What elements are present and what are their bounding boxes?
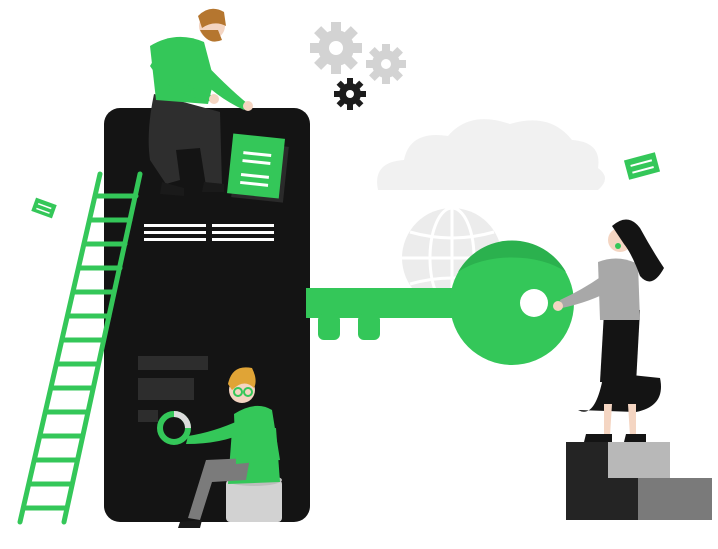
document-icon [227, 133, 289, 203]
woman-with-key [553, 219, 664, 442]
steps-pedestal [566, 442, 712, 520]
cloud-icon [377, 119, 605, 190]
gear-icon [310, 22, 406, 110]
security-key-illustration [17, 8, 712, 528]
